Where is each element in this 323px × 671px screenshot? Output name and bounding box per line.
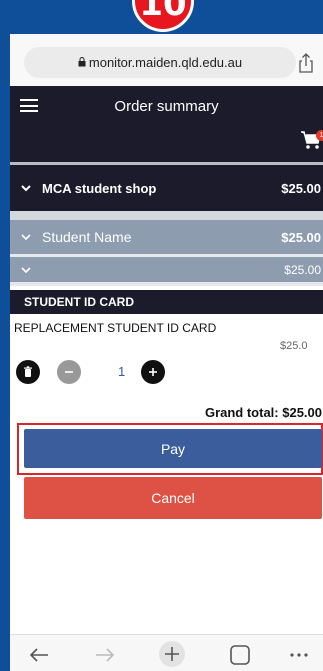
more-dots-icon[interactable] — [288, 645, 310, 665]
subgroup-amount: $25.00 — [284, 262, 321, 277]
step-number-badge: 10 — [132, 0, 194, 32]
chevron-down-icon — [21, 185, 31, 192]
quantity-value: 1 — [118, 364, 126, 379]
back-arrow-icon[interactable] — [28, 645, 50, 665]
shop-amount: $25.00 — [281, 180, 321, 196]
browser-address-area: monitor.maiden.qld.edu.au — [10, 34, 323, 86]
shop-group-row[interactable]: MCA student shop $25.00 — [10, 165, 323, 211]
cart-count-badge: 1 — [316, 130, 323, 141]
lock-icon — [78, 56, 86, 69]
page-title: Order summary — [114, 98, 219, 115]
separator — [10, 211, 323, 220]
share-icon[interactable] — [297, 53, 315, 73]
new-tab-plus-icon[interactable] — [158, 640, 186, 668]
plus-icon — [149, 368, 157, 376]
chevron-down-icon — [21, 234, 31, 241]
subgroup-row[interactable]: $25.00 — [10, 257, 323, 282]
shop-label: MCA student shop — [42, 180, 157, 196]
pay-button[interactable]: Pay — [24, 429, 322, 468]
trash-icon — [24, 366, 32, 377]
tabs-square-icon[interactable] — [229, 645, 251, 665]
section-title: STUDENT ID CARD — [24, 295, 134, 309]
student-name-label: Student Name — [42, 229, 132, 245]
decrease-quantity-button[interactable] — [57, 360, 81, 384]
app-header: Order summary 1 — [10, 86, 323, 162]
increase-quantity-button[interactable] — [141, 360, 165, 384]
delete-item-button[interactable] — [16, 360, 40, 384]
url-text: monitor.maiden.qld.edu.au — [88, 55, 243, 70]
forward-arrow-icon[interactable] — [94, 645, 116, 665]
student-group-row[interactable]: Student Name $25.00 — [10, 220, 323, 254]
section-heading: STUDENT ID CARD — [10, 290, 323, 314]
browser-viewport: monitor.maiden.qld.edu.au Order summary … — [10, 34, 323, 671]
item-price: $25.0 — [280, 340, 308, 352]
separator — [10, 282, 323, 286]
chevron-down-icon — [21, 266, 31, 273]
browser-toolbar — [10, 634, 323, 671]
item-name: REPLACEMENT STUDENT ID CARD — [14, 321, 217, 335]
url-bar[interactable]: monitor.maiden.qld.edu.au — [24, 47, 296, 78]
student-amount: $25.00 — [281, 229, 321, 245]
grand-total: Grand total: $25.00 — [204, 405, 322, 420]
minus-icon — [65, 371, 73, 373]
cancel-button[interactable]: Cancel — [24, 477, 322, 519]
